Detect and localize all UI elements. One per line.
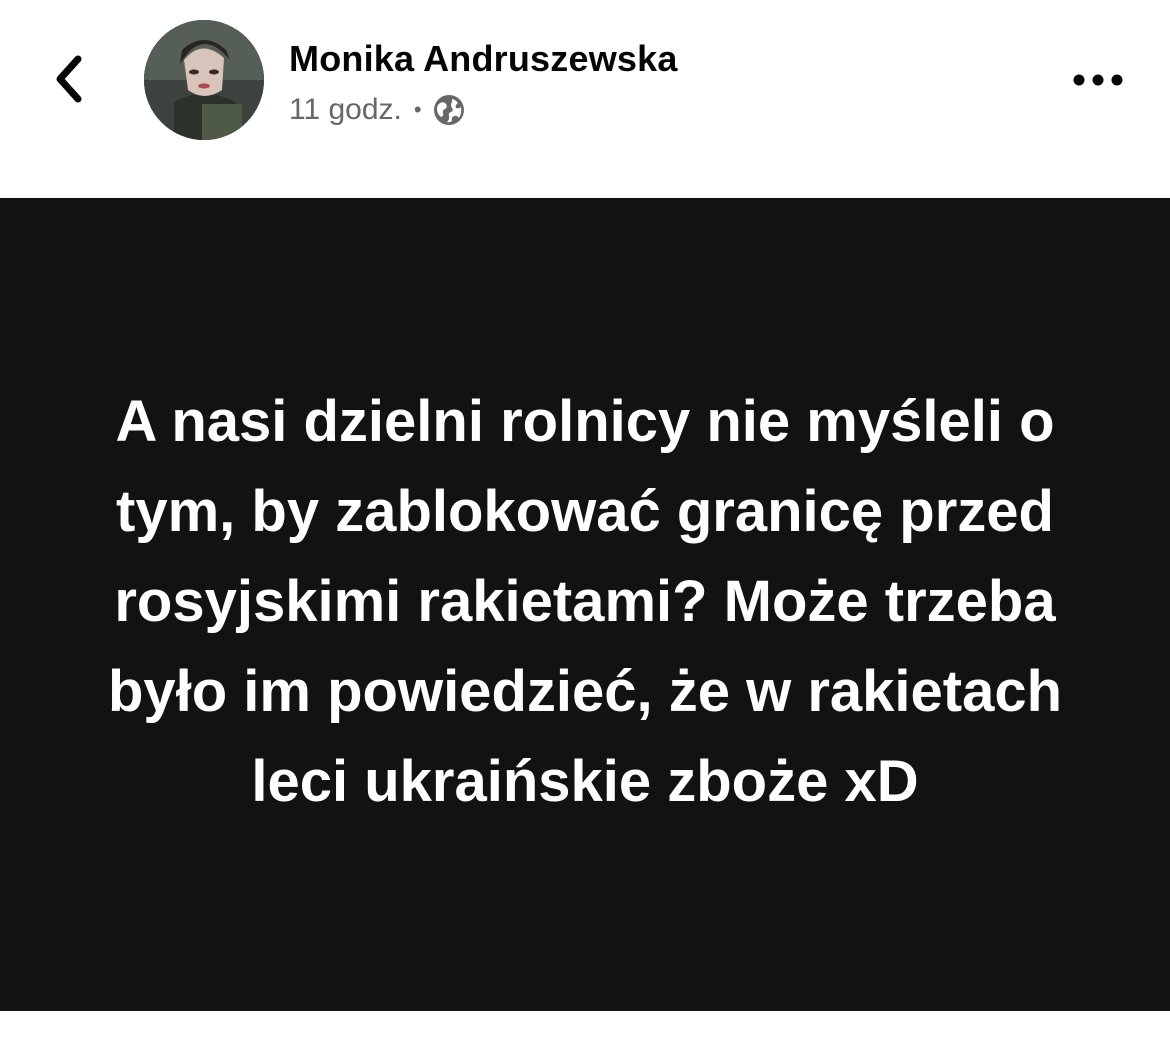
globe-icon[interactable] — [432, 93, 466, 127]
meta-separator: • — [413, 97, 422, 122]
chevron-left-icon — [50, 51, 90, 112]
author-name[interactable]: Monika Andruszewska — [289, 38, 678, 80]
avatar[interactable] — [144, 20, 264, 140]
post-header: Monika Andruszewska 11 godz. • — [0, 0, 1170, 198]
back-button[interactable] — [40, 46, 100, 116]
post-meta: 11 godz. • — [289, 90, 466, 130]
post-text: A nasi dzielni rolnicy nie myśleli o tym… — [107, 388, 1063, 814]
more-horizontal-icon — [1072, 73, 1124, 92]
post-timestamp[interactable]: 11 godz. — [289, 93, 402, 127]
post-text-background: A nasi dzielni rolnicy nie myśleli o tym… — [0, 198, 1170, 1011]
bottom-divider — [0, 1011, 1170, 1041]
more-options-button[interactable] — [1066, 60, 1130, 104]
